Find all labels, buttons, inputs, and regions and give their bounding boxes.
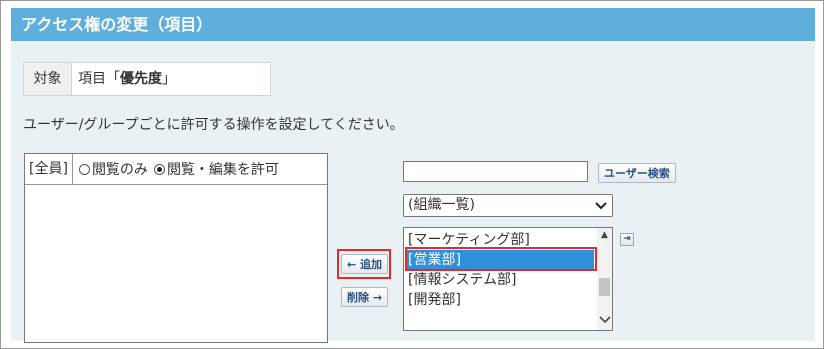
radio-view-edit-circle[interactable] xyxy=(153,163,165,175)
scroll-up-icon[interactable]: ▲ xyxy=(597,228,612,242)
list-item[interactable]: [情報システム部] xyxy=(406,270,594,290)
target-prefix: 項目「 xyxy=(78,71,120,87)
arrow-right-to-bar-icon[interactable]: ⇥ xyxy=(620,233,634,246)
remove-button[interactable]: 削除 → xyxy=(341,287,389,307)
org-listbox[interactable]: [マーケティング部] [営業部] [情報システム部] [開発部] ▲ xyxy=(403,227,613,331)
permission-list: [全員] 閲覧のみ 閲覧・編集を許可 xyxy=(24,153,328,343)
scroll-thumb[interactable] xyxy=(599,278,610,296)
listbox-scrollbar[interactable]: ▲ xyxy=(597,228,612,330)
permission-row: [全員] 閲覧のみ 閲覧・編集を許可 xyxy=(25,154,327,185)
user-search-button[interactable]: ユーザー検索 xyxy=(598,163,676,183)
permission-entry-name: [全員] xyxy=(25,154,73,184)
page-title: アクセス権の変更（項目） xyxy=(11,8,815,41)
radio-view-only-circle[interactable] xyxy=(78,163,90,175)
target-suffix: 」 xyxy=(162,71,176,87)
radio-view-edit[interactable]: 閲覧・編集を許可 xyxy=(153,159,279,179)
add-button[interactable]: ← 追加 xyxy=(341,254,389,274)
selection-highlight xyxy=(405,247,597,271)
instruction-text: ユーザー/グループごとに許可する操作を設定してください。 xyxy=(23,117,404,133)
radio-view-edit-label: 閲覧・編集を許可 xyxy=(166,162,279,178)
list-item[interactable]: [開発部] xyxy=(406,290,594,310)
target-label: 対象 xyxy=(24,63,72,95)
scroll-down-icon[interactable] xyxy=(597,314,612,328)
target-info: 対象 項目「優先度」 xyxy=(23,62,271,96)
radio-view-only[interactable]: 閲覧のみ xyxy=(78,159,148,179)
org-select-value: (組織一覧) xyxy=(408,197,475,213)
dialog-frame: アクセス権の変更（項目） 対象 項目「優先度」 ユーザー/グループごとに許可する… xyxy=(0,0,824,349)
org-select[interactable]: (組織一覧) xyxy=(403,194,613,217)
chevron-down-icon xyxy=(595,196,607,223)
target-value: 項目「優先度」 xyxy=(72,63,176,95)
user-search-input[interactable] xyxy=(403,161,588,182)
radio-view-only-label: 閲覧のみ xyxy=(91,162,148,178)
target-item-name: 優先度 xyxy=(120,71,162,87)
content-area: 対象 項目「優先度」 ユーザー/グループごとに許可する操作を設定してください。 … xyxy=(11,41,815,343)
